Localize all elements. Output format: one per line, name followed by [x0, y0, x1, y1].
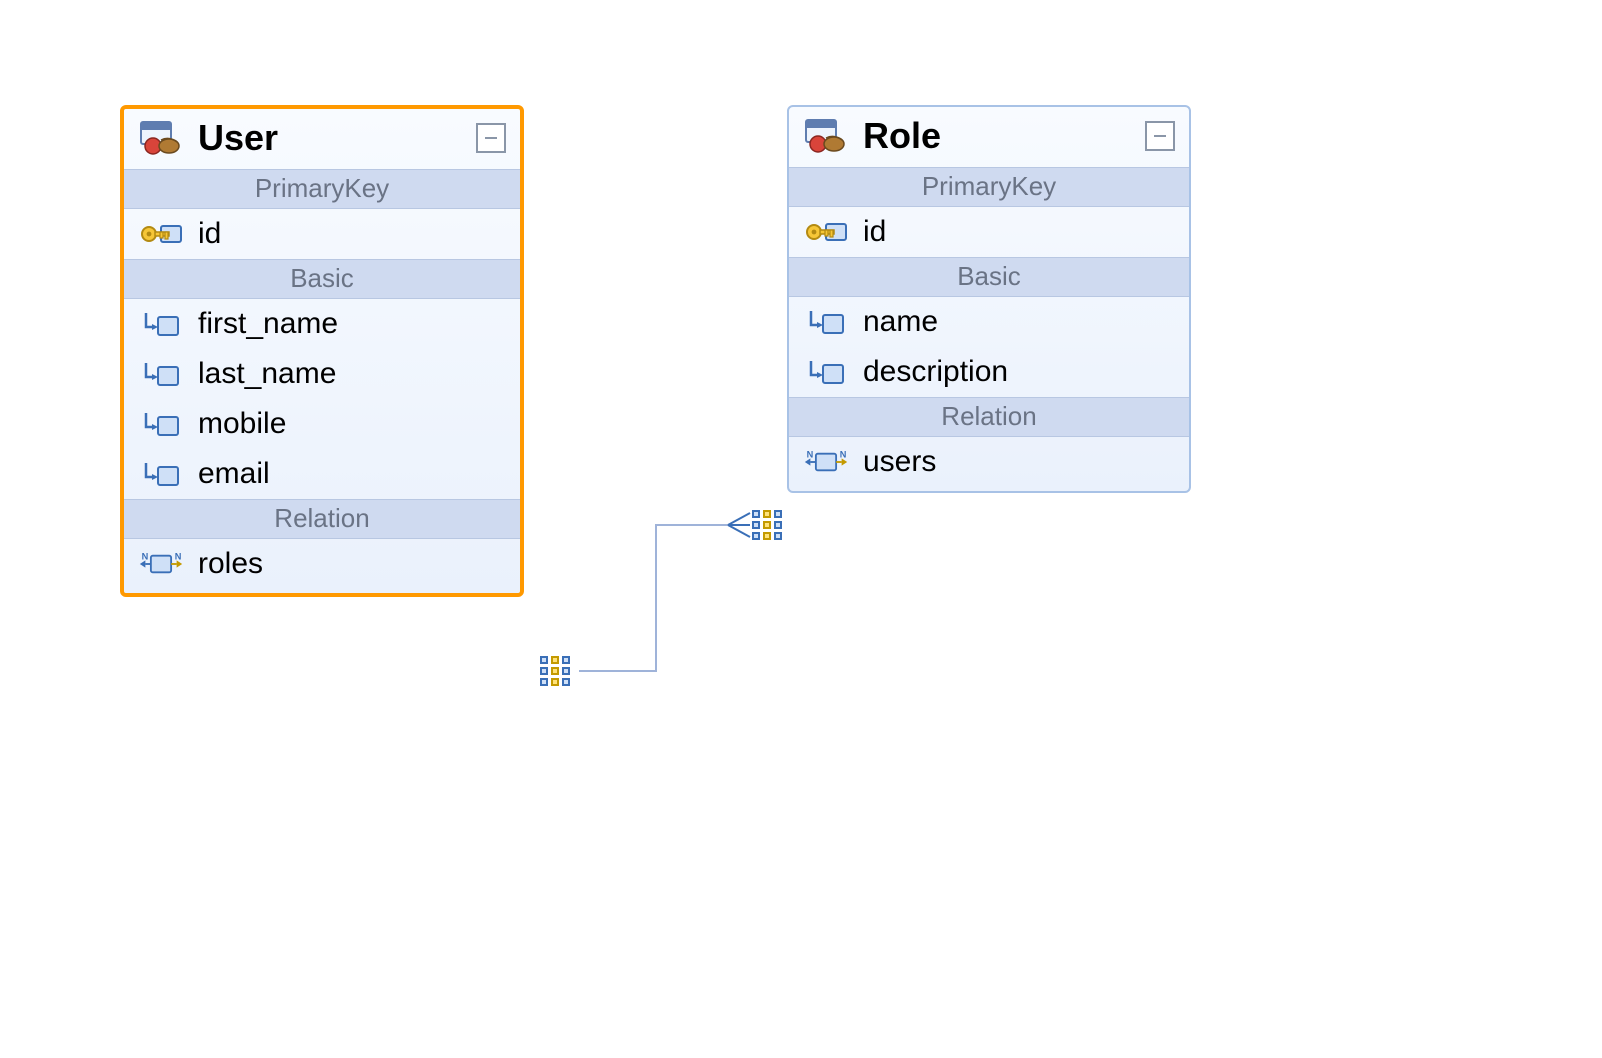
field-row-users[interactable]: N N users — [789, 437, 1189, 491]
attribute-icon — [138, 307, 184, 341]
section-relation: Relation — [789, 397, 1189, 437]
field-row-id[interactable]: id — [124, 209, 520, 259]
field-row-last-name[interactable]: last_name — [124, 349, 520, 399]
connector-endpoint-icon — [540, 656, 570, 686]
relation-connector — [576, 505, 731, 683]
crowfoot-icon — [720, 505, 760, 545]
section-relation: Relation — [124, 499, 520, 539]
svg-text:N: N — [807, 449, 814, 459]
svg-text:N: N — [840, 449, 847, 459]
field-roles-label: roles — [184, 547, 263, 581]
many-to-many-icon: N N — [803, 445, 849, 479]
attribute-icon — [138, 357, 184, 391]
field-row-roles[interactable]: N N roles — [124, 539, 520, 593]
attribute-icon — [803, 355, 849, 389]
field-row-description[interactable]: description — [789, 347, 1189, 397]
many-to-many-icon: N N — [138, 547, 184, 581]
entity-user[interactable]: User PrimaryKey id Basic first_name — [120, 105, 524, 597]
field-mobile-label: mobile — [184, 407, 286, 441]
entity-icon — [138, 121, 184, 155]
entity-user-title: User — [184, 117, 476, 159]
collapse-icon[interactable] — [1145, 121, 1175, 151]
field-row-first-name[interactable]: first_name — [124, 299, 520, 349]
field-row-mobile[interactable]: mobile — [124, 399, 520, 449]
key-icon — [138, 217, 184, 251]
field-row-email[interactable]: email — [124, 449, 520, 499]
connector-endpoint-icon — [752, 510, 782, 540]
svg-text:N: N — [142, 551, 149, 561]
svg-text:N: N — [175, 551, 182, 561]
entity-role[interactable]: Role PrimaryKey id Basic name — [787, 105, 1191, 493]
attribute-icon — [138, 457, 184, 491]
field-row-id[interactable]: id — [789, 207, 1189, 257]
entity-role-title: Role — [849, 115, 1145, 157]
field-first-name-label: first_name — [184, 307, 338, 341]
section-primarykey: PrimaryKey — [124, 169, 520, 209]
field-users-label: users — [849, 445, 936, 479]
section-primarykey: PrimaryKey — [789, 167, 1189, 207]
field-row-name[interactable]: name — [789, 297, 1189, 347]
field-description-label: description — [849, 355, 1008, 389]
attribute-icon — [803, 305, 849, 339]
entity-role-header[interactable]: Role — [789, 107, 1189, 167]
field-email-label: email — [184, 457, 270, 491]
key-icon — [803, 215, 849, 249]
field-id-label: id — [184, 217, 221, 251]
section-basic: Basic — [124, 259, 520, 299]
attribute-icon — [138, 407, 184, 441]
field-id-label: id — [849, 215, 886, 249]
section-basic: Basic — [789, 257, 1189, 297]
collapse-icon[interactable] — [476, 123, 506, 153]
field-name-label: name — [849, 305, 938, 339]
entity-user-header[interactable]: User — [124, 109, 520, 169]
field-last-name-label: last_name — [184, 357, 336, 391]
entity-icon — [803, 119, 849, 153]
